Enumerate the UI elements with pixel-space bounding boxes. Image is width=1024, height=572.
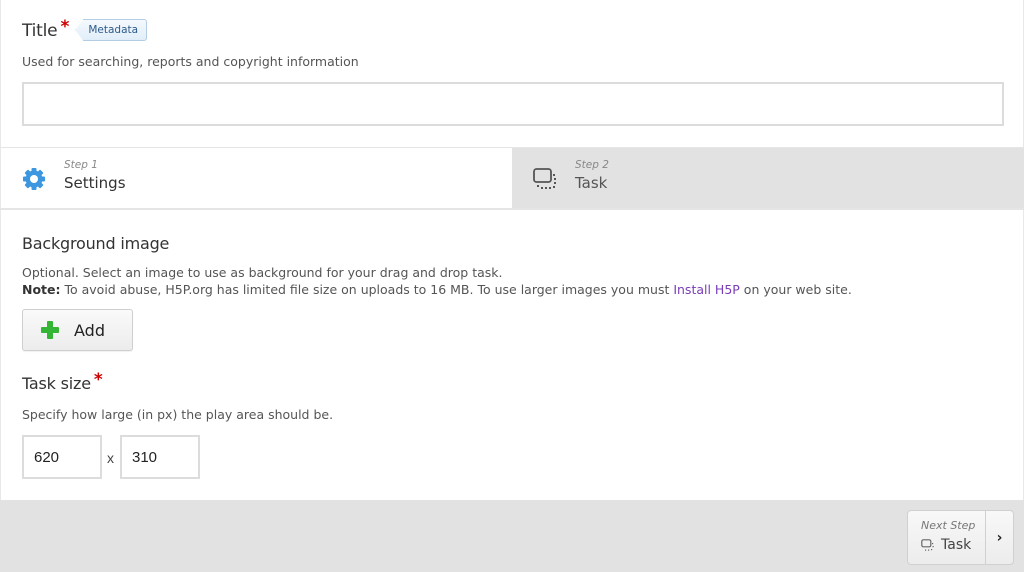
background-image-label: Background image <box>22 234 170 253</box>
note-label: Note: <box>22 282 61 297</box>
title-description: Used for searching, reports and copyrigh… <box>22 54 359 69</box>
tab-task[interactable]: Step 2 Task <box>512 148 1024 208</box>
required-marker: * <box>60 17 70 37</box>
task-size-description: Specify how large (in px) the play area … <box>22 407 334 422</box>
note-text-end: on your web site. <box>739 282 852 297</box>
height-input[interactable] <box>120 435 200 479</box>
note-text: To avoid abuse, H5P.org has limited file… <box>60 282 674 297</box>
footer-bar: Next Step Task › <box>0 500 1024 572</box>
optional-text: Optional. Select an image to use as back… <box>22 265 503 280</box>
drag-drop-icon <box>533 168 556 189</box>
chevron-right-icon[interactable]: › <box>986 511 1013 564</box>
upload-note: Note: To avoid abuse, H5P.org has limite… <box>22 281 852 298</box>
background-image-description: Optional. Select an image to use as back… <box>22 264 852 298</box>
title-section: Title * Metadata Used for searching, rep… <box>0 0 1024 148</box>
tab-step-number: Step 1 <box>64 159 98 171</box>
tab-label: Task <box>575 174 608 192</box>
gear-icon <box>23 168 45 190</box>
next-step-target: Task <box>921 537 971 553</box>
title-label: Title <box>22 21 58 41</box>
next-step-main[interactable]: Next Step Task <box>908 511 986 564</box>
title-input[interactable] <box>22 82 1004 126</box>
required-marker: * <box>93 370 103 390</box>
size-separator: x <box>107 450 114 466</box>
next-step-name: Task <box>941 537 972 553</box>
task-size-text: Task size <box>22 374 91 393</box>
install-h5p-link[interactable]: Install H5P <box>673 282 740 297</box>
tab-step-number: Step 2 <box>575 159 609 171</box>
add-label: Add <box>74 320 105 340</box>
next-step-button[interactable]: Next Step Task › <box>907 510 1014 565</box>
next-step-label: Next Step <box>921 519 976 532</box>
plus-icon <box>41 321 59 339</box>
title-label-row: Title * Metadata <box>22 17 148 42</box>
metadata-button[interactable]: Metadata <box>75 19 148 41</box>
settings-content: Background image Optional. Select an ima… <box>0 210 1024 500</box>
width-input[interactable] <box>22 435 102 479</box>
task-size-label: Task size * <box>22 370 103 394</box>
step-tabs: Step 1 Settings Step 2 Task <box>0 148 1024 210</box>
tab-label: Settings <box>64 174 126 192</box>
drag-drop-icon <box>921 539 934 551</box>
tab-settings[interactable]: Step 1 Settings <box>0 148 512 208</box>
add-image-button[interactable]: Add <box>22 309 133 351</box>
